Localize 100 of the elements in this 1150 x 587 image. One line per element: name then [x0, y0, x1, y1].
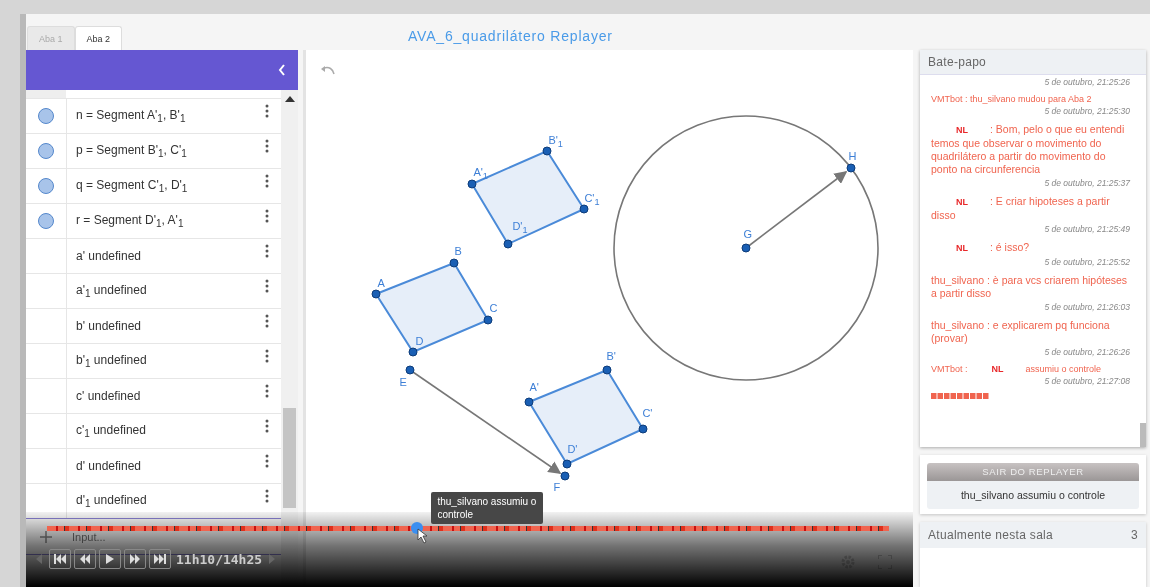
point-label: B' [606, 350, 616, 362]
point-label: G [743, 228, 752, 240]
point [846, 163, 856, 173]
chat-message: VMTbot : thu_silvano mudou para Aba 2 [931, 94, 1093, 104]
visibility-toggle[interactable] [38, 143, 54, 159]
fast-forward-button[interactable] [124, 549, 146, 569]
rewind-button[interactable] [74, 549, 96, 569]
point-label: B [454, 245, 462, 257]
point-label: E [399, 376, 407, 388]
timestamp: 5 de outubro, 21:26:03 [1043, 302, 1130, 312]
algebra-item[interactable]: q = Segment C'$_{1}$, D'$_{1}$ [67, 177, 266, 195]
timestamp: 5 de outubro, 21:25:52 [1043, 257, 1130, 267]
more-icon[interactable] [265, 349, 270, 363]
point-label: F [553, 481, 561, 493]
more-icon[interactable] [265, 174, 270, 188]
timestamp: 5 de outubro, 21:27:08 [1043, 376, 1130, 386]
point-label: A' [529, 381, 539, 393]
visibility-toggle[interactable] [38, 213, 54, 229]
typing-indicator [931, 393, 989, 399]
timestamp: 5 de outubro, 21:25:37 [1043, 178, 1130, 188]
point [405, 365, 415, 375]
point [449, 258, 459, 268]
input-field[interactable]: Input... [70, 529, 224, 544]
chat-message: NL : Bom, pelo o que eu entendi temos que observar o movimento do quadrilátero a partir do movimento do ponto na circunferencia [931, 123, 1126, 176]
more-icon[interactable] [265, 104, 270, 118]
point [741, 243, 751, 253]
point-label: A [377, 277, 385, 289]
point [560, 471, 570, 481]
algebra-item[interactable]: b'$_{1}$ undefined [67, 352, 266, 370]
point-label: D [415, 335, 424, 347]
window-title: AVA_6_quadrilátero Replayer [408, 28, 613, 44]
rewind-icon [79, 554, 91, 564]
scroll-up-icon[interactable] [284, 96, 295, 102]
fast-forward-icon [129, 554, 141, 564]
point-label: B'$_{1}$ [548, 134, 563, 151]
skip-to-end-button[interactable] [149, 549, 171, 569]
chat-message: thu_silvano : e explicarem pq funciona (provar) [931, 319, 1111, 345]
timestamp: 5 de outubro, 21:26:26 [1043, 347, 1130, 357]
timestamp: 5 de outubro, 21:25:49 [1043, 224, 1130, 234]
chat-message: thu_silvano : è para vcs criarem hipóteses a partir disso [931, 274, 1129, 300]
play-icon [105, 554, 115, 564]
point [483, 315, 493, 325]
visibility-toggle[interactable] [38, 178, 54, 194]
collapse-icon[interactable] [278, 64, 287, 76]
more-icon[interactable] [265, 244, 270, 258]
algebra-item[interactable]: p = Segment B'$_{1}$, C'$_{1}$ [67, 142, 266, 160]
point [408, 347, 418, 357]
timestamp: 5 de outubro, 21:25:26 [1043, 77, 1130, 87]
point-label: C [489, 302, 498, 314]
point [579, 204, 589, 214]
status-message: thu_silvano assumiu o controle [927, 480, 1139, 509]
chat-title: Bate-papo [920, 50, 1146, 75]
point-label: D' [567, 443, 578, 455]
visibility-toggle[interactable] [38, 108, 54, 124]
point-label: A'$_{1}$ [473, 166, 488, 183]
playback-time: 11h10/14h25 [176, 551, 263, 567]
cursor-icon [417, 528, 430, 544]
chat-message: NL : é isso? [955, 241, 1031, 255]
more-icon[interactable] [265, 384, 270, 398]
skip-start-icon [54, 554, 66, 564]
point-label: D'$_{1}$ [512, 220, 528, 237]
chat-message: NL : E criar hipoteses a partir disso [931, 195, 1111, 222]
more-icon[interactable] [265, 454, 270, 468]
point-label: C' [642, 407, 653, 419]
skip-end-icon [154, 554, 166, 564]
user-count: 3 [1131, 527, 1138, 542]
point [371, 289, 381, 299]
algebra-item[interactable]: b' undefined [67, 319, 266, 333]
point [524, 397, 534, 407]
more-icon[interactable] [265, 489, 270, 503]
point [467, 179, 477, 189]
play-button[interactable] [99, 549, 121, 569]
timestamp: 5 de outubro, 21:25:30 [1043, 106, 1130, 116]
tooltip: thu_silvano assumiu o controle [431, 492, 544, 524]
algebra-item[interactable]: d'$_{1}$ undefined [67, 492, 266, 510]
more-icon[interactable] [265, 139, 270, 153]
algebra-item[interactable]: a' undefined [67, 249, 266, 263]
plus-icon[interactable] [40, 530, 52, 543]
chat-message: VMTbot : NL assumiu o controle [931, 364, 1103, 374]
algebra-item[interactable]: d' undefined [67, 459, 266, 473]
tab[interactable]: Aba 2 [74, 26, 123, 50]
skip-to-start-button[interactable] [49, 549, 71, 569]
more-icon[interactable] [265, 209, 270, 223]
point-label: C'$_{1}$ [584, 192, 600, 209]
more-icon[interactable] [265, 279, 270, 293]
room-title: Atualmente nesta sala [928, 527, 1054, 542]
point [562, 459, 572, 469]
algebra-item[interactable]: n = Segment A'$_{1}$, B'$_{1}$ [67, 107, 266, 125]
point-label: H [848, 150, 857, 162]
point [542, 146, 552, 156]
more-icon[interactable] [265, 419, 270, 433]
point [503, 239, 513, 249]
algebra-item[interactable]: r = Segment D'$_{1}$, A'$_{1}$ [67, 212, 266, 230]
more-icon[interactable] [265, 314, 270, 328]
point [602, 365, 612, 375]
algebra-item[interactable]: a'$_{1}$ undefined [67, 282, 266, 300]
scrollbar-thumb[interactable] [283, 408, 297, 508]
algebra-item[interactable]: c' undefined [67, 389, 266, 403]
point [638, 424, 648, 434]
algebra-item[interactable]: c'$_{1}$ undefined [67, 422, 266, 440]
